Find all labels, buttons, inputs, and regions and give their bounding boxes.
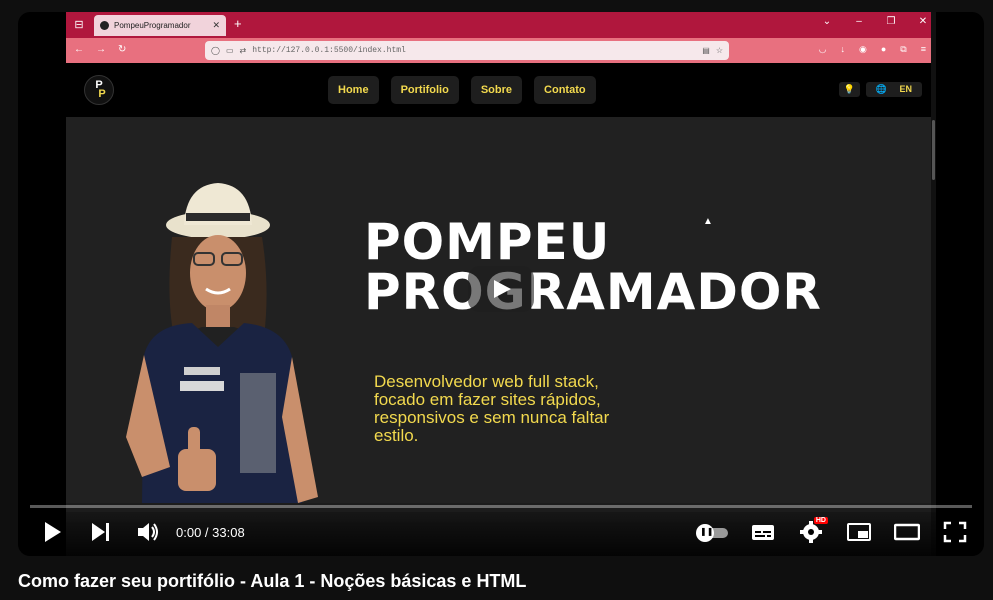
hero-subtitle: Desenvolvedor web full stack, focado em … bbox=[374, 372, 610, 445]
theater-button[interactable] bbox=[893, 520, 921, 544]
hd-badge: HD bbox=[813, 517, 828, 524]
site-logo: P P bbox=[84, 75, 114, 105]
hero-title: POMPEU PROGRAMADOR bbox=[364, 213, 822, 321]
minimize-icon: – bbox=[856, 16, 862, 27]
player-controls: 0:00 / 33:08 HD bbox=[18, 512, 984, 556]
settings-button[interactable]: HD bbox=[798, 517, 828, 544]
download-icon: ↓ bbox=[840, 44, 846, 54]
browser-toolbar: ← → ↻ ◯ ▭ ⇄ http://127.0.0.1:5500/index.… bbox=[66, 38, 936, 63]
player-right-controls: HD bbox=[696, 517, 968, 544]
extension-red-icon: ● bbox=[880, 44, 887, 54]
forward-icon: → bbox=[96, 44, 106, 55]
autoplay-toggle[interactable] bbox=[696, 520, 728, 544]
site-header: P P Home Portifolio Sobre Contato 💡 🌐 EN bbox=[66, 63, 936, 117]
shield-icon: ◯ bbox=[211, 46, 220, 55]
fullscreen-icon bbox=[943, 521, 967, 543]
subtitles-icon bbox=[752, 525, 774, 540]
restore-icon: ❐ bbox=[886, 16, 896, 27]
back-icon: ← bbox=[74, 44, 84, 55]
extensions-icon: ⧉ bbox=[900, 44, 907, 54]
tab-list-icon: ⊟ bbox=[74, 19, 84, 31]
page-icon: ▭ bbox=[225, 46, 234, 55]
favicon-icon bbox=[100, 21, 109, 30]
volume-icon bbox=[138, 523, 158, 541]
url-text: http://127.0.0.1:5500/index.html bbox=[252, 46, 406, 55]
nav-contato: Contato bbox=[534, 76, 596, 104]
menu-icon: ≡ bbox=[920, 44, 926, 54]
browser-toolbar-icons: ◡ ↓ ◉ ● ⧉ ≡ bbox=[819, 44, 926, 55]
browser-tabbar: ⊟ PompeuProgramador ✕ + ⌄ – ❐ ✕ bbox=[66, 12, 936, 38]
close-window-icon: ✕ bbox=[918, 16, 928, 27]
star-icon: ☆ bbox=[715, 46, 723, 55]
theater-icon bbox=[893, 523, 921, 541]
new-tab-icon: + bbox=[234, 16, 242, 31]
reload-icon: ↻ bbox=[118, 44, 127, 55]
globe-icon: 🌐 bbox=[870, 82, 892, 96]
big-play-button[interactable] bbox=[468, 266, 534, 312]
time-display: 0:00 / 33:08 bbox=[176, 525, 245, 540]
play-button[interactable] bbox=[44, 522, 62, 542]
pocket-icon: ◡ bbox=[818, 44, 827, 54]
address-bar: ◯ ▭ ⇄ http://127.0.0.1:5500/index.html ▤… bbox=[205, 41, 729, 60]
miniplayer-button[interactable] bbox=[846, 520, 872, 544]
miniplayer-icon bbox=[847, 523, 871, 541]
page-scrollbar bbox=[931, 12, 936, 556]
reader-icon: ▤ bbox=[702, 46, 710, 55]
site-tools: 💡 🌐 EN bbox=[838, 82, 922, 97]
tab-title: PompeuProgramador bbox=[114, 21, 191, 30]
account-icon: ◉ bbox=[859, 44, 867, 54]
language-toggle: 🌐 EN bbox=[865, 82, 922, 97]
fullscreen-button[interactable] bbox=[942, 520, 968, 544]
nav-buttons: ← → ↻ bbox=[74, 44, 126, 55]
window-controls: ⌄ – ❐ ✕ bbox=[822, 16, 928, 27]
nav-sobre: Sobre bbox=[470, 76, 523, 104]
next-button[interactable] bbox=[92, 523, 112, 541]
nav-home: Home bbox=[328, 76, 379, 104]
chevron-down-icon: ⌄ bbox=[822, 16, 832, 27]
browser-tab: PompeuProgramador ✕ bbox=[94, 15, 226, 36]
close-icon: ✕ bbox=[212, 20, 220, 30]
nav-portfolio: Portifolio bbox=[390, 76, 459, 104]
person-photo bbox=[126, 183, 318, 503]
permissions-icon: ⇄ bbox=[239, 46, 247, 55]
video-player[interactable]: ⊟ PompeuProgramador ✕ + ⌄ – ❐ ✕ ← → ↻ ◯ bbox=[18, 12, 984, 556]
volume-button[interactable] bbox=[136, 521, 160, 543]
mouse-cursor-icon: ▲ bbox=[703, 216, 713, 227]
video-title: Como fazer seu portifólio - Aula 1 - Noç… bbox=[18, 571, 527, 591]
progress-bar[interactable] bbox=[30, 505, 972, 508]
lightbulb-icon: 💡 bbox=[838, 82, 860, 97]
subtitles-button[interactable] bbox=[750, 520, 776, 544]
site-nav: Home Portifolio Sobre Contato bbox=[328, 76, 596, 104]
